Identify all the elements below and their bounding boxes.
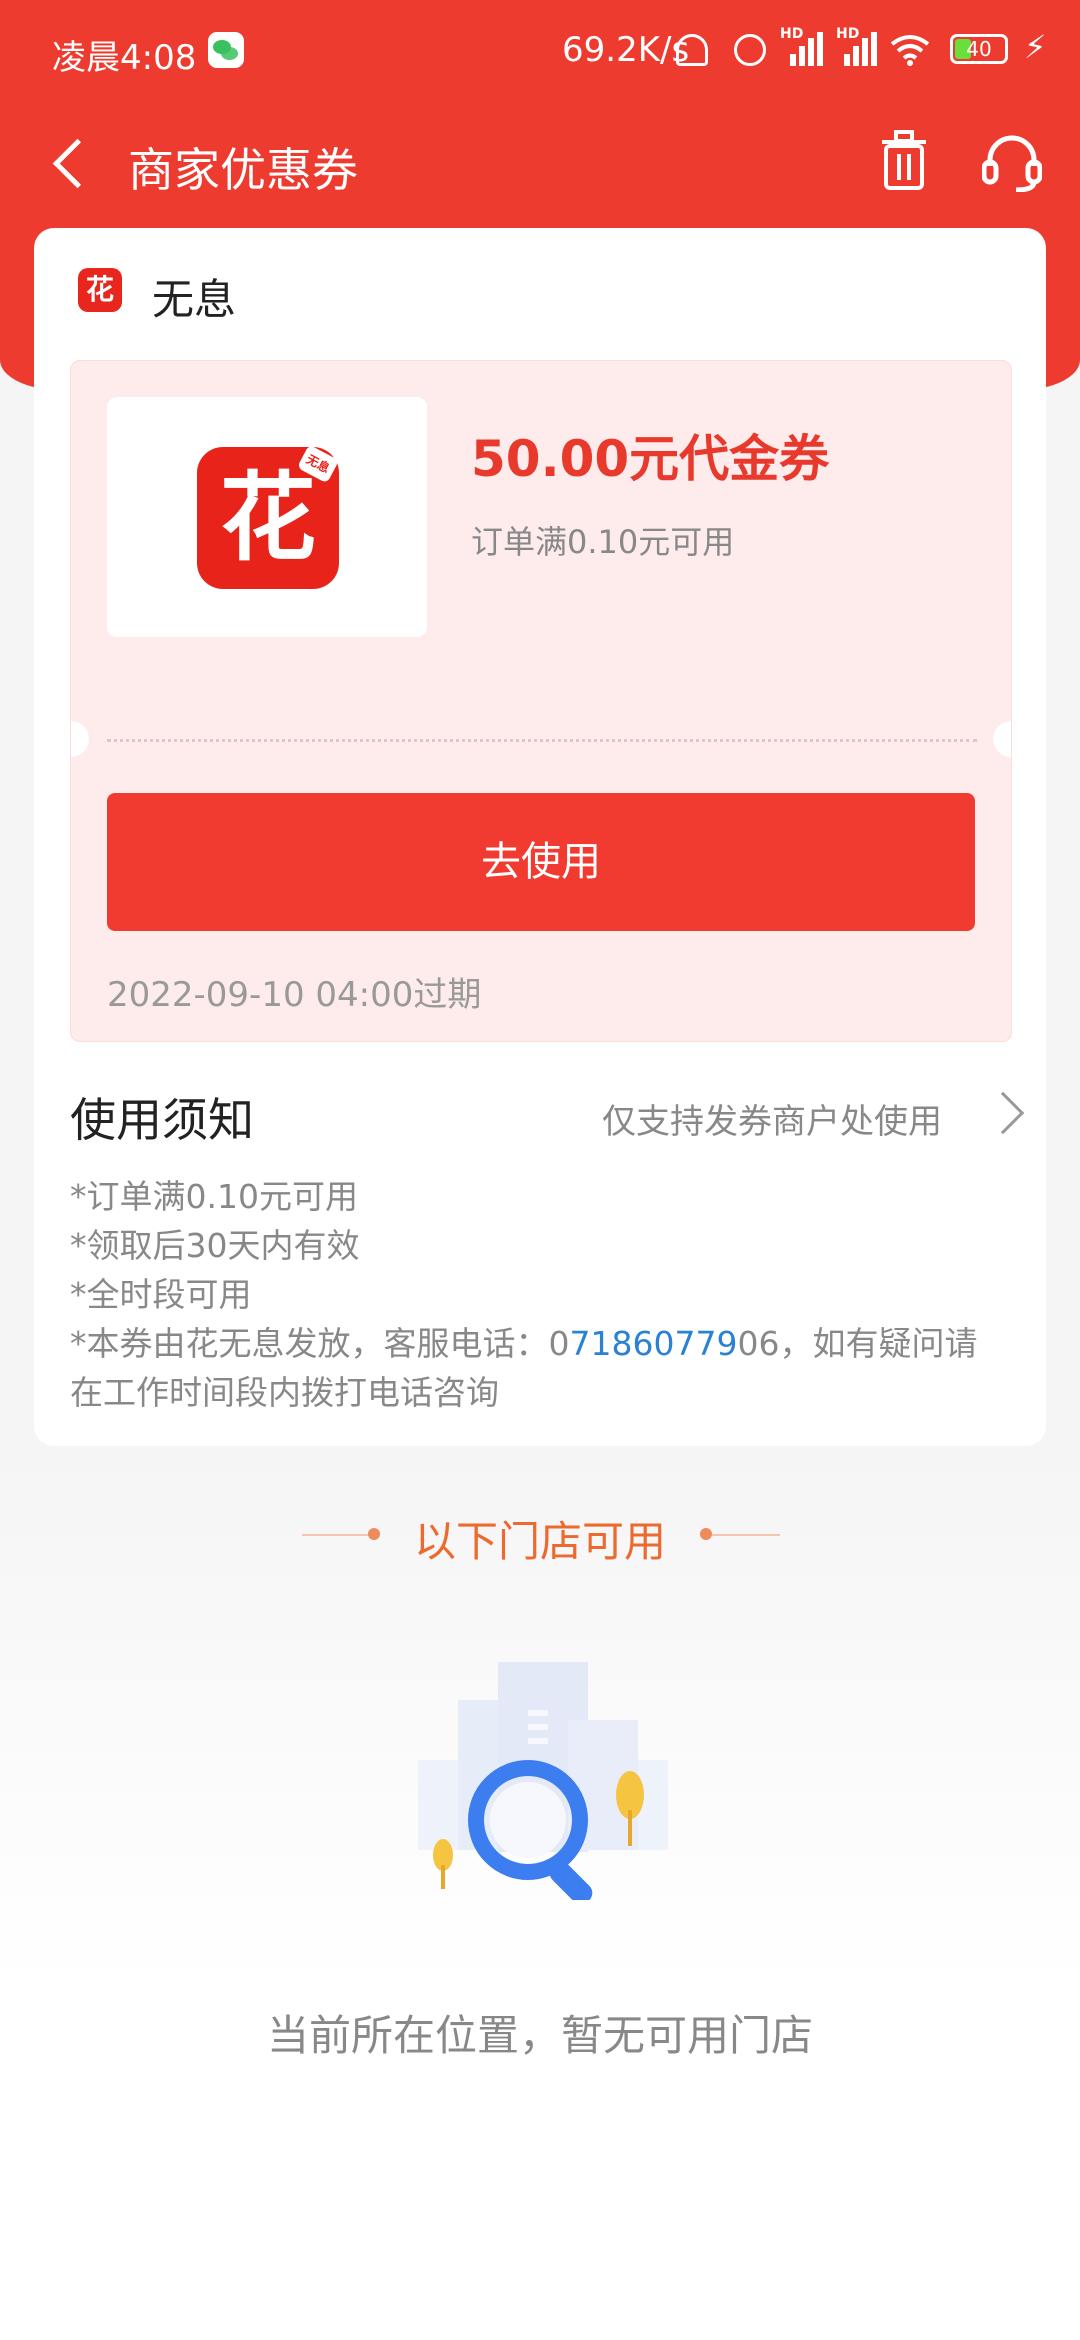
merchant-logo: 花 — [78, 268, 122, 312]
customer-service-headset-icon[interactable] — [982, 132, 1042, 192]
ticket-divider — [107, 739, 977, 742]
status-time: 凌晨4:08 — [52, 38, 197, 78]
app-logo: 花 无息 — [197, 444, 340, 589]
coupon-amount: 50.00元代金券 — [471, 430, 830, 488]
mute-bell-icon — [676, 34, 708, 66]
coupon-image: 花 无息 — [107, 397, 427, 637]
signal-2-icon — [836, 30, 877, 66]
chevron-right-icon[interactable] — [981, 1091, 1025, 1135]
usage-notice-list: *订单满0.10元可用 *领取后30天内有效 *全时段可用 *本券由花无息发放，… — [70, 1172, 1010, 1417]
notice-item: *订单满0.10元可用 — [70, 1177, 358, 1216]
merchant-name: 无息 — [152, 275, 237, 324]
notice-contact-prefix: *本券由花无息发放，客服电话：0 — [70, 1324, 570, 1363]
notice-item: *领取后30天内有效 — [70, 1226, 360, 1265]
wechat-notification-icon — [208, 32, 244, 68]
network-speed: 69.2K/s — [562, 30, 690, 70]
page-title: 商家优惠券 — [128, 143, 358, 197]
nav-bar: 商家优惠券 — [0, 110, 1080, 220]
stores-divider-right — [712, 1534, 780, 1536]
wifi-icon — [890, 35, 930, 66]
notice-item-contact: *本券由花无息发放，客服电话：07186077906，如有疑问请在工作时间段内拨… — [70, 1319, 1010, 1417]
charging-icon: ⚡ — [1024, 28, 1047, 66]
coupon-ticket: 花 无息 50.00元代金券 订单满0.10元可用 去使用 2022-09-10… — [70, 360, 1012, 1042]
no-stores-search-illustration — [418, 1662, 668, 1900]
back-arrow-icon[interactable] — [46, 140, 94, 188]
available-stores-title: 以下门店可用 — [413, 1517, 666, 1566]
service-phone-link[interactable]: 71860779 — [570, 1324, 738, 1363]
coupon-expiry: 2022-09-10 04:00过期 — [107, 975, 482, 1015]
app-logo-char: 花 — [220, 462, 316, 574]
coupon-condition: 订单满0.10元可用 — [471, 523, 735, 561]
use-coupon-button[interactable]: 去使用 — [107, 793, 975, 931]
battery-icon: 40 — [950, 34, 1008, 64]
status-bar: 凌晨4:08 69.2K/s HD HD 40 ⚡ — [0, 0, 1080, 104]
ticket-notch-left — [71, 721, 89, 757]
signal-1-icon — [782, 30, 823, 66]
notice-item: *全时段可用 — [70, 1275, 252, 1314]
trash-icon[interactable] — [878, 130, 930, 192]
ticket-notch-right — [993, 721, 1011, 757]
usage-scope-link[interactable]: 仅支持发券商户处使用 — [602, 1094, 942, 1143]
no-stores-message: 当前所在位置，暂无可用门店 — [266, 2011, 813, 2060]
alarm-icon — [734, 34, 766, 66]
stores-dot-right — [700, 1528, 712, 1540]
coupon-detail-card: 花 无息 花 无息 50.00元代金券 订单满0.10元可用 去使用 2022-… — [34, 228, 1046, 1446]
battery-level: 40 — [966, 37, 992, 61]
usage-notice-title: 使用须知 — [70, 1093, 254, 1147]
